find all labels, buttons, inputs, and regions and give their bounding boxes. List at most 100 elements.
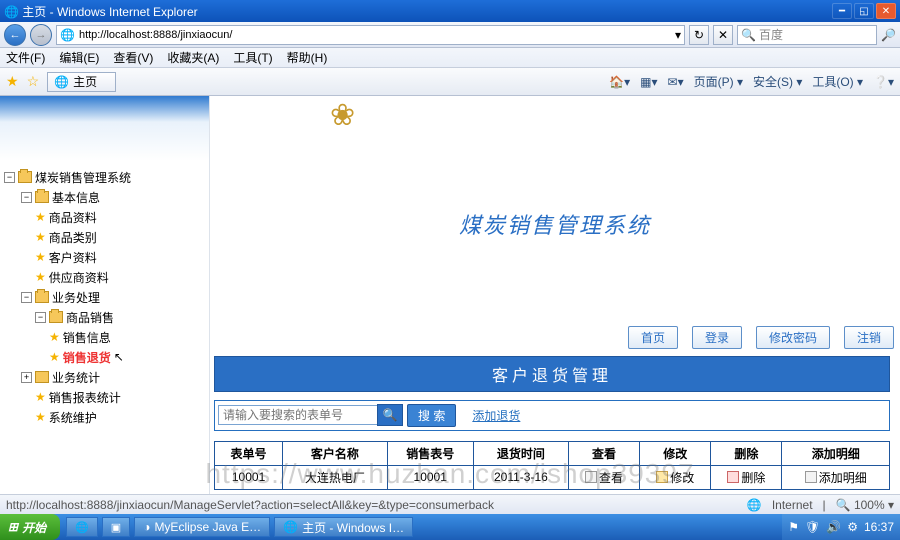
delete-link[interactable]: 删除 [727, 469, 765, 486]
start-button[interactable]: ⊞开始 [0, 514, 60, 540]
feeds-icon[interactable]: ▦▾ [640, 75, 657, 89]
forward-button[interactable]: → [30, 24, 52, 46]
stop-button[interactable]: ✕ [713, 25, 733, 45]
page-title: 客户退货管理 [214, 356, 890, 392]
address-input[interactable] [79, 27, 671, 43]
search-icon-button[interactable]: 🔍 [377, 404, 403, 426]
data-table: 表单号 客户名称 销售表号 退货时间 查看 修改 删除 添加明细 10001 大… [214, 441, 890, 491]
tab-toolbar: ★ ☆ 🌐 主页 🏠▾ ▦▾ ✉▾ 页面(P) ▾ 安全(S) ▾ 工具(O) … [0, 68, 900, 96]
search-engine-box[interactable]: 🔍 百度 [737, 25, 877, 45]
refresh-button[interactable]: ↻ [689, 25, 709, 45]
th-customer: 客户名称 [283, 441, 387, 465]
login-link[interactable]: 登录 [692, 326, 742, 349]
menu-fav[interactable]: 收藏夹(A) [167, 49, 219, 66]
dropdown-icon[interactable]: ▾ [675, 28, 681, 42]
search-input[interactable] [218, 405, 378, 425]
system-tray[interactable]: ⚑ 🛡 🔊 ⚙ 16:37 [782, 514, 900, 540]
quick-launch-2[interactable]: ▣ [102, 517, 130, 537]
close-button[interactable]: ✕ [876, 3, 896, 19]
home-link[interactable]: 首页 [628, 326, 678, 349]
th-del: 删除 [711, 441, 782, 465]
tree-stat[interactable]: +业务统计 [4, 367, 205, 387]
ie-page-icon: 🌐 [60, 28, 75, 42]
tray-icon[interactable]: 🔊 [826, 520, 841, 534]
tree-sale-info[interactable]: ★销售信息 [4, 327, 205, 347]
favorites-icon[interactable]: ★ [6, 73, 19, 90]
quick-launch-1[interactable]: 🌐 [66, 517, 98, 537]
task-item-2[interactable]: 🌐主页 - Windows I… [274, 517, 413, 537]
logout-link[interactable]: 注销 [844, 326, 894, 349]
change-password-link[interactable]: 修改密码 [756, 326, 830, 349]
edit-link[interactable]: 修改 [656, 469, 694, 486]
cell-date: 2011-3-16 [473, 465, 568, 490]
cursor-icon: ↖ [114, 350, 124, 364]
tree-goods[interactable]: ★商品资料 [4, 207, 205, 227]
search-go-icon[interactable]: 🔎 [881, 28, 896, 42]
ie-page-icon: 🌐 [54, 75, 69, 89]
eclipse-icon: ◑ [143, 520, 150, 534]
add-favorite-icon[interactable]: ☆ [27, 73, 40, 90]
th-detail: 添加明细 [782, 441, 890, 465]
add-detail-link[interactable]: 添加明细 [805, 469, 867, 486]
menu-edit[interactable]: 编辑(E) [59, 49, 99, 66]
tab-title: 主页 [73, 73, 97, 90]
status-url: http://localhost:8888/jinxiaocun/ManageS… [6, 498, 494, 512]
add-return-link[interactable]: 添加退货 [472, 407, 520, 424]
tree-basic[interactable]: −基本信息 [4, 187, 205, 207]
tree-root[interactable]: −煤炭销售管理系统 [4, 167, 205, 187]
tray-icon[interactable]: ⚙ [847, 520, 858, 534]
banner-left [0, 96, 209, 161]
add-detail-icon [805, 471, 817, 483]
home-icon[interactable]: 🏠▾ [609, 75, 630, 89]
zoom-dropdown[interactable]: 🔍 100% ▾ [836, 498, 894, 512]
tree-sale[interactable]: −商品销售 [4, 307, 205, 327]
back-button[interactable]: ← [4, 24, 26, 46]
th-date: 退货时间 [473, 441, 568, 465]
browser-tab[interactable]: 🌐 主页 [47, 72, 116, 92]
search-icon: 🔍 [741, 28, 756, 42]
leaf-decoration-icon: ❀ [330, 98, 355, 133]
delete-icon [727, 471, 739, 483]
protected-mode-icon: | [823, 498, 826, 512]
windows-taskbar: ⊞开始 🌐 ▣ ◑MyEclipse Java E… 🌐主页 - Windows… [0, 514, 900, 540]
windows-logo-icon: ⊞ [8, 520, 18, 534]
nav-toolbar: ← → 🌐 ▾ ↻ ✕ 🔍 百度 🔎 [0, 22, 900, 48]
menu-view[interactable]: 查看(V) [113, 49, 153, 66]
ie-status-bar: http://localhost:8888/jinxiaocun/ManageS… [0, 494, 900, 514]
task-item-1[interactable]: ◑MyEclipse Java E… [134, 517, 270, 537]
menu-help[interactable]: 帮助(H) [287, 49, 328, 66]
banner-right: ❀ 煤炭销售管理系统 首页 登录 修改密码 注销 [210, 96, 900, 352]
view-link[interactable]: 查看 [585, 469, 623, 486]
safety-menu[interactable]: 安全(S) ▾ [753, 73, 802, 90]
page-menu[interactable]: 页面(P) ▾ [694, 73, 743, 90]
mail-icon[interactable]: ✉▾ [668, 75, 684, 89]
tree-sale-return[interactable]: ★销售退货↖ [4, 347, 205, 367]
clock: 16:37 [864, 520, 894, 534]
tree-category[interactable]: ★商品类别 [4, 227, 205, 247]
main-area: 客户退货管理 🔍 搜 索 添加退货 表单号 客户名称 销售表号 退货时间 查看 … [210, 352, 900, 515]
address-bar[interactable]: 🌐 ▾ [56, 25, 685, 45]
edit-icon [656, 471, 668, 483]
tray-icon[interactable]: 🛡 [805, 520, 820, 534]
th-edit: 修改 [640, 441, 711, 465]
tree-supplier[interactable]: ★供应商资料 [4, 267, 205, 287]
tools-menu[interactable]: 工具(O) ▾ [812, 73, 863, 90]
table-row: 10001 大连热电厂 10001 2011-3-16 查看 修改 删除 添加明… [215, 465, 890, 490]
tree-system[interactable]: ★系统维护 [4, 407, 205, 427]
menu-tools[interactable]: 工具(T) [233, 49, 272, 66]
maximize-button[interactable]: ◱ [854, 3, 874, 19]
tray-icon[interactable]: ⚑ [788, 520, 799, 534]
tree-biz[interactable]: −业务处理 [4, 287, 205, 307]
tree-customer[interactable]: ★客户资料 [4, 247, 205, 267]
help-icon[interactable]: ❔▾ [873, 75, 894, 89]
menu-file[interactable]: 文件(F) [6, 49, 45, 66]
page-content: −煤炭销售管理系统 −基本信息 ★商品资料 ★商品类别 ★客户资料 ★供应商资料… [0, 96, 900, 514]
minimize-button[interactable]: ━ [832, 3, 852, 19]
cell-customer: 大连热电厂 [283, 465, 387, 490]
search-button[interactable]: 搜 索 [407, 404, 456, 427]
th-id: 表单号 [215, 441, 283, 465]
internet-zone-icon: 🌐 [747, 498, 762, 512]
th-sale-id: 销售表号 [387, 441, 473, 465]
menu-bar: 文件(F) 编辑(E) 查看(V) 收藏夹(A) 工具(T) 帮助(H) [0, 48, 900, 68]
tree-report[interactable]: ★销售报表统计 [4, 387, 205, 407]
